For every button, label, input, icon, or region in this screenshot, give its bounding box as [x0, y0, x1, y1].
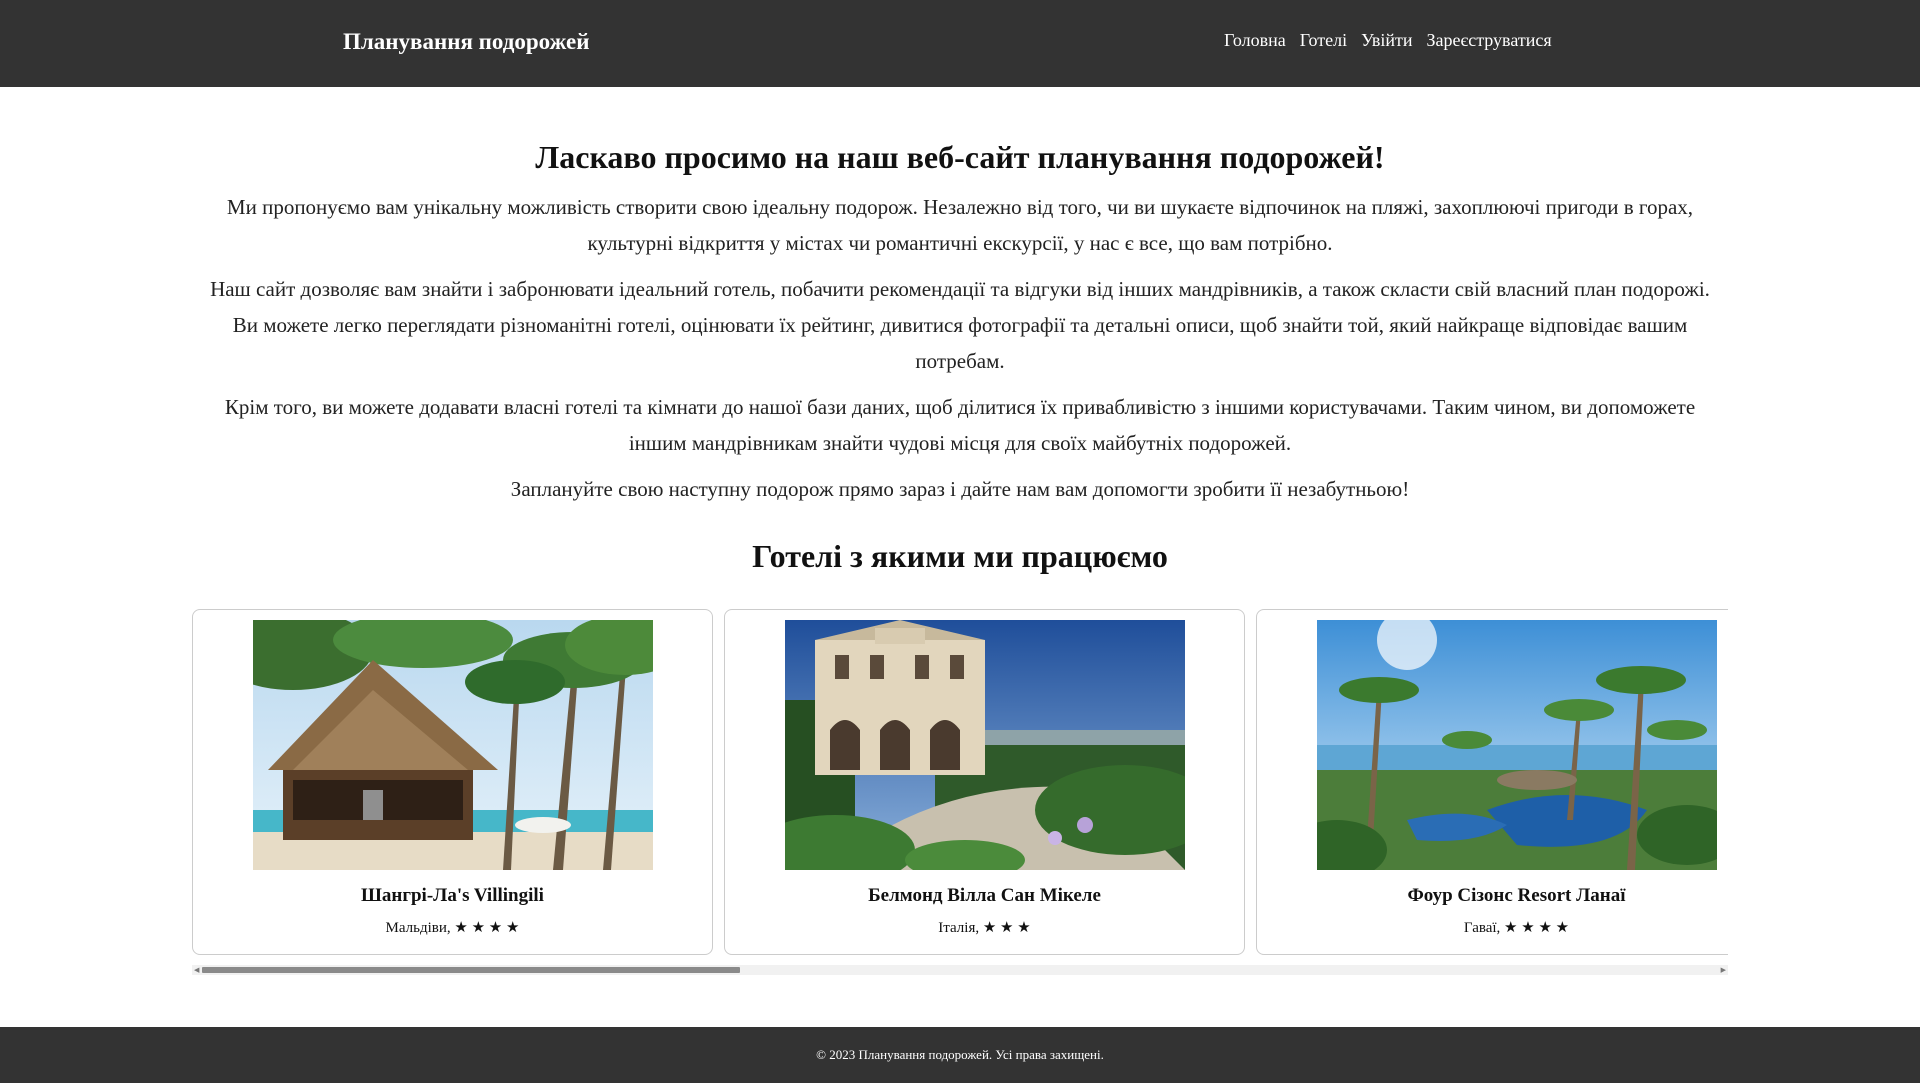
nav-hotels-link[interactable]: Готелі	[1300, 30, 1347, 51]
intro-paragraph: Заплануйте свою наступну подорож прямо з…	[510, 477, 1410, 501]
hotel-card[interactable]: Шангрі-Ла's Villingili Мальдіви, ★ ★ ★ ★	[192, 609, 713, 955]
welcome-title: Ласкаво просимо на наш веб-сайт плануван…	[535, 139, 1385, 175]
carousel-scrollbar[interactable]: ◀ ▶	[192, 965, 1728, 975]
beach-gazebo-image	[252, 620, 653, 870]
hotels-track: Шангрі-Ла's Villingili Мальдіви, ★ ★ ★ ★	[192, 609, 1728, 955]
intro-paragraph: Наш сайт дозволяє вам знайти і забронюва…	[210, 277, 1710, 373]
hotel-location-rating: Італія, ★ ★ ★	[938, 920, 1031, 936]
intro-paragraph: Крім того, ви можете додавати власні гот…	[224, 395, 1696, 455]
villa-garden-image	[784, 620, 1185, 870]
nav-register-link[interactable]: Зареєструватися	[1427, 30, 1552, 51]
main-nav: Головна Готелі Увійти Зареєструватися	[1224, 30, 1552, 51]
scrollbar-thumb[interactable]	[202, 967, 740, 973]
site-footer: © 2023 Планування подорожей. Усі права з…	[0, 1027, 1920, 1083]
hotel-name: Фоур Сізонс Resort Ланаї	[1407, 885, 1626, 906]
welcome-section: Ласкаво просимо на наш веб-сайт плануван…	[195, 134, 1725, 507]
scroll-right-arrow-icon[interactable]: ▶	[1721, 966, 1726, 974]
hotel-card[interactable]: Фоур Сізонс Resort Ланаї Гаваї, ★ ★ ★ ★	[1256, 609, 1728, 955]
copyright-text: © 2023 Планування подорожей. Усі права з…	[816, 1047, 1104, 1062]
intro-paragraph: Ми пропонуємо вам унікальну можливість с…	[226, 195, 1694, 255]
site-header: Планування подорожей Головна Готелі Увій…	[0, 0, 1920, 87]
hotel-name: Шангрі-Ла's Villingili	[361, 885, 544, 906]
hotels-carousel[interactable]: Шангрі-Ла's Villingili Мальдіви, ★ ★ ★ ★	[192, 609, 1728, 975]
intro-text: Ми пропонуємо вам унікальну можливість с…	[195, 189, 1725, 507]
scroll-left-arrow-icon[interactable]: ◀	[194, 966, 199, 974]
hotel-photo	[252, 620, 653, 870]
nav-home-link[interactable]: Головна	[1224, 30, 1286, 51]
hotel-card[interactable]: Белмонд Вілла Сан Мікеле Італія, ★ ★ ★	[724, 609, 1245, 955]
site-brand[interactable]: Планування подорожей	[343, 29, 589, 55]
hotels-section-title: Готелі з якими ми працюємо	[752, 538, 1168, 574]
nav-login-link[interactable]: Увійти	[1361, 30, 1412, 51]
palm-resort-pool-image	[1316, 620, 1717, 870]
hotel-location-rating: Мальдіви, ★ ★ ★ ★	[385, 920, 520, 936]
hotel-photo	[1316, 620, 1717, 870]
hotel-location-rating: Гаваї, ★ ★ ★ ★	[1463, 920, 1570, 936]
hotel-photo	[784, 620, 1185, 870]
hotel-name: Белмонд Вілла Сан Мікеле	[868, 885, 1101, 906]
